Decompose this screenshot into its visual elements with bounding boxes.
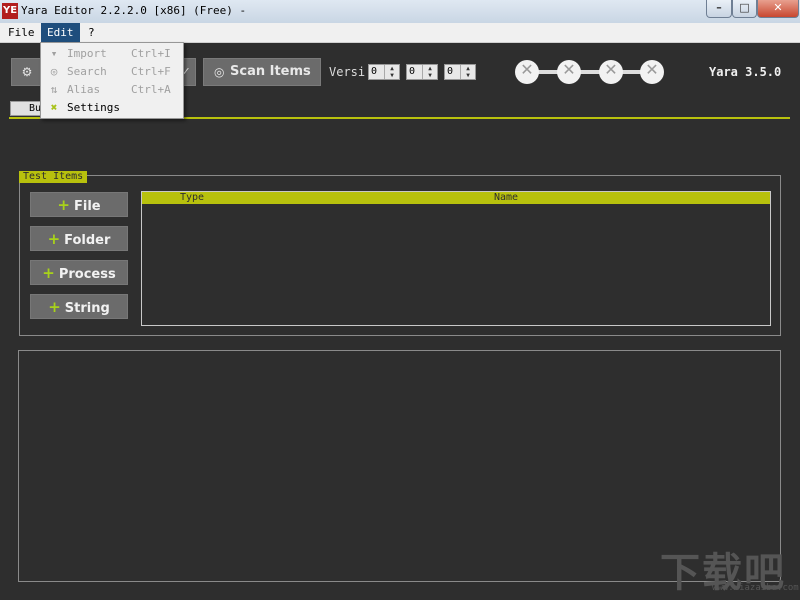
spin-up-icon[interactable]: ▲ (385, 65, 399, 72)
menu-item-settings[interactable]: ✖ Settings (41, 99, 183, 117)
search-icon: ◎ (50, 65, 58, 78)
settings-toolbar-button[interactable]: ⚙ (11, 58, 43, 86)
version-patch-spinner[interactable]: 0 ▲ ▼ (444, 64, 476, 80)
plus-icon: + (42, 264, 55, 282)
watermark-url: www.xiazaiba.com (712, 583, 799, 593)
plus-icon: + (57, 196, 70, 214)
step-4-x-icon: ✕ (640, 60, 664, 84)
step-1-x-icon: ✕ (515, 60, 539, 84)
step-3-x-icon: ✕ (599, 60, 623, 84)
swap-icon: ⇅ (50, 83, 58, 96)
column-name-header[interactable]: Name (494, 192, 518, 204)
yara-version-label: Yara 3.5.0 (709, 65, 782, 79)
test-items-group-label: Test Items (19, 171, 88, 183)
title-bar: YE Yara Editor 2.2.2.0 [x86] (Free) - – … (0, 0, 800, 24)
gear-icon: ⚙ (21, 65, 33, 79)
plus-icon: + (47, 230, 61, 248)
step-2-x-icon: ✕ (557, 60, 581, 84)
add-folder-button[interactable]: + Folder (30, 226, 128, 251)
minimize-button[interactable]: – (706, 0, 732, 18)
menu-edit[interactable]: Edit (41, 23, 80, 42)
menu-item-import[interactable]: ▾ Import Ctrl+I (41, 45, 183, 63)
menu-help[interactable]: ? (82, 23, 101, 42)
app-logo-icon: YE (2, 3, 18, 19)
plus-icon: + (48, 298, 61, 316)
spin-down-icon[interactable]: ▼ (423, 72, 437, 79)
spin-down-icon[interactable]: ▼ (461, 72, 475, 79)
add-process-button[interactable]: + Process (30, 260, 128, 285)
menu-bar: File Edit ? (0, 23, 800, 43)
tools-icon: ✖ (50, 101, 58, 114)
maximize-button[interactable]: □ (732, 0, 757, 18)
scan-items-button[interactable]: ◎ Scan Items (203, 58, 321, 86)
spin-down-icon[interactable]: ▼ (385, 72, 399, 79)
version-label: Versi (329, 65, 366, 79)
version-major-spinner[interactable]: 0 ▲ ▼ (368, 64, 400, 80)
scan-icon: ◎ (214, 65, 225, 79)
window-title: Yara Editor 2.2.2.0 [x86] (Free) - (21, 4, 247, 17)
spin-up-icon[interactable]: ▲ (423, 65, 437, 72)
close-button[interactable]: ✕ (757, 0, 799, 18)
scan-items-label: Scan Items (230, 64, 311, 79)
edit-menu-dropdown: ▾ Import Ctrl+I ◎ Search Ctrl+F ⇅ Alias … (40, 42, 184, 119)
add-file-button[interactable]: + File (30, 192, 128, 217)
chevron-down-icon: ▾ (50, 47, 58, 60)
menu-item-alias[interactable]: ⇅ Alias Ctrl+A (41, 81, 183, 99)
spin-up-icon[interactable]: ▲ (461, 65, 475, 72)
step-progress-track (527, 70, 652, 74)
add-string-button[interactable]: + String (30, 294, 128, 319)
column-type-header[interactable]: Type (180, 192, 204, 204)
menu-file[interactable]: File (2, 23, 41, 42)
test-items-table[interactable]: Type Name (141, 191, 771, 326)
version-minor-spinner[interactable]: 0 ▲ ▼ (406, 64, 438, 80)
table-header: Type Name (142, 192, 770, 204)
menu-item-search[interactable]: ◎ Search Ctrl+F (41, 63, 183, 81)
